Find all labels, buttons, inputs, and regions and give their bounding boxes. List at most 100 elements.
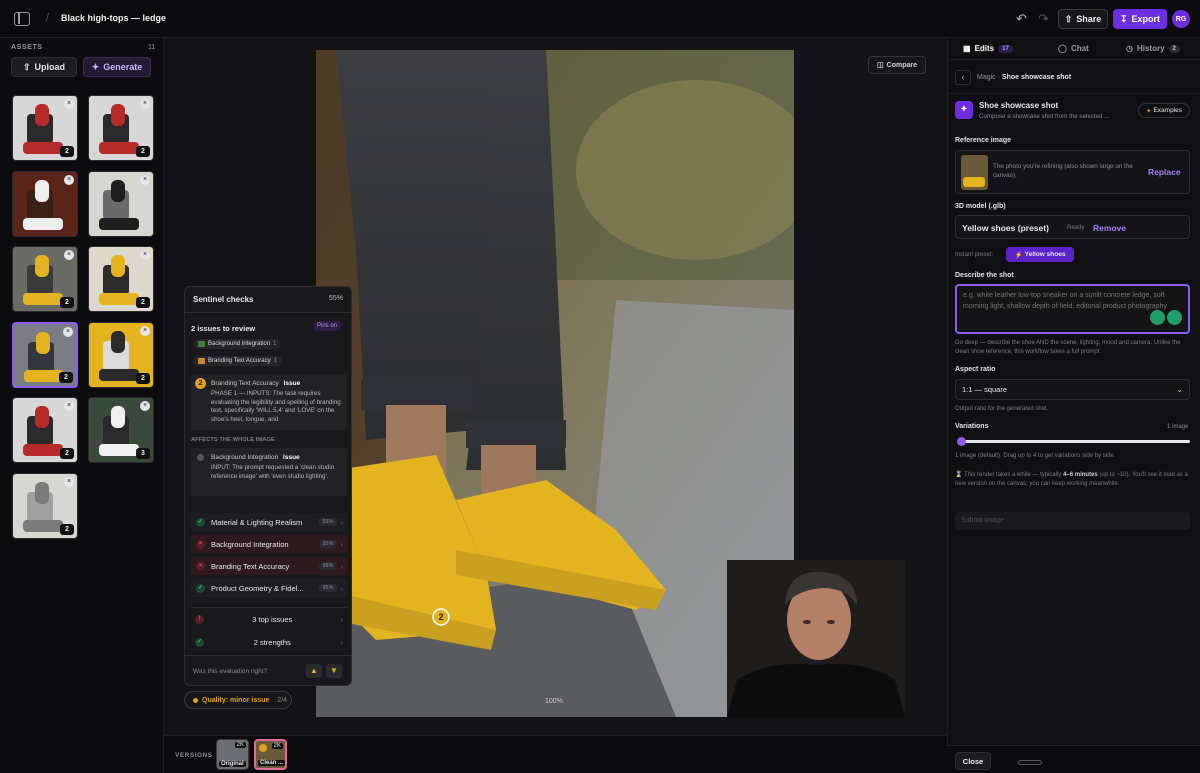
examples-button[interactable]: ✦ Examples: [1138, 103, 1190, 118]
upload-label: Upload: [34, 62, 66, 72]
remove-button[interactable]: Remove: [1093, 223, 1126, 233]
upload-button[interactable]: ⇧ Upload: [11, 57, 77, 77]
aspect-hint: Output ratio for the generated shot.: [955, 406, 1049, 412]
redo-icon[interactable]: ↷: [1038, 11, 1049, 27]
tab-edits[interactable]: ▦ Edits 17: [963, 44, 1013, 53]
asset-thumbnail[interactable]: × 3: [88, 397, 154, 463]
generate-button[interactable]: ✦ Generate: [83, 57, 151, 77]
describe-label: Describe the shot: [955, 272, 1014, 279]
asset-thumbnail[interactable]: × 2: [12, 472, 78, 539]
alert-icon: !: [195, 614, 204, 624]
whole-image-heading: AFFECTS THE WHOLE IMAGE: [191, 437, 275, 443]
issue-tag-branding[interactable]: Branding Text Accuracy 1: [193, 356, 282, 366]
reference-thumbnail: [961, 155, 988, 190]
location-icon[interactable]: [1150, 310, 1165, 325]
pins-toggle[interactable]: Pins on: [313, 321, 342, 331]
remove-asset-icon[interactable]: ×: [140, 325, 150, 336]
close-button[interactable]: Close: [955, 752, 991, 770]
remove-asset-icon[interactable]: ×: [64, 99, 74, 109]
variations-slider-track[interactable]: [957, 440, 1190, 443]
tab-history[interactable]: ◷ History 2: [1126, 44, 1180, 53]
issue-detail-card[interactable]: 2 Branding Text Accuracy Issue PHASE 1 —…: [191, 374, 347, 430]
remove-asset-icon[interactable]: ×: [140, 250, 150, 260]
preset-title: Shoe showcase shot: [979, 101, 1059, 110]
version-thumb-clean[interactable]: 2K Clean ...: [254, 739, 287, 770]
document-title[interactable]: Black high-tops — ledge: [61, 13, 166, 23]
sidebar-toggle-icon[interactable]: [14, 12, 30, 26]
breadcrumb-parent[interactable]: Magic: [977, 74, 996, 81]
replace-button[interactable]: Replace: [1148, 167, 1181, 177]
check-row[interactable]: ✓ Product Geometry & Fidel... 95% ›: [191, 579, 347, 597]
yellow-shoes-preset-chip[interactable]: ⚡ Yellow shoes: [1006, 247, 1074, 262]
tab-chat[interactable]: ◯ Chat: [1058, 44, 1089, 53]
submit-image-button[interactable]: Submit image: [955, 512, 1190, 530]
compare-icon: ◫: [877, 62, 884, 69]
panel-resize-handle[interactable]: [1018, 760, 1042, 765]
whole-issue-card[interactable]: Background Integration Issue INPUT: The …: [191, 448, 347, 496]
asset-version-count: 2: [59, 371, 73, 383]
remove-asset-icon[interactable]: ×: [64, 401, 74, 411]
tab-label: History: [1136, 44, 1165, 53]
check-row[interactable]: × Branding Text Accuracy 98% ›: [191, 557, 347, 575]
variations-slider-handle[interactable]: [957, 437, 966, 446]
asset-thumbnail[interactable]: × 2: [12, 397, 78, 463]
asset-thumbnail[interactable]: × 2: [88, 95, 154, 161]
chevron-down-icon: ⌄: [1176, 385, 1183, 394]
check-score: 35%: [319, 540, 337, 548]
asset-thumbnail[interactable]: ×: [88, 170, 154, 237]
back-button[interactable]: ‹: [955, 70, 971, 85]
remove-asset-icon[interactable]: ×: [140, 401, 150, 411]
sparkle-icon: ✦: [91, 61, 100, 72]
image-icon: [198, 341, 205, 347]
thumbs-down-icon[interactable]: ▼: [326, 664, 342, 678]
remove-asset-icon[interactable]: ×: [64, 250, 74, 260]
issue-tag-background[interactable]: Background Integration 1: [193, 339, 282, 349]
asset-thumbnail[interactable]: × 2: [12, 321, 78, 388]
reference-image-field: The photo you're refining (also shown la…: [955, 150, 1190, 194]
check-label: Background Integration: [211, 539, 289, 549]
undo-icon[interactable]: ↶: [1016, 11, 1027, 27]
versions-label: VERSIONS: [175, 752, 213, 759]
version-res: 2K: [271, 743, 283, 749]
compare-button[interactable]: ◫ Compare: [868, 56, 926, 74]
aspect-ratio-select[interactable]: 1:1 — square ⌄: [955, 379, 1190, 400]
asset-thumbnail[interactable]: × 2: [12, 95, 78, 161]
remove-asset-icon[interactable]: ×: [140, 174, 150, 185]
model-name: Yellow shoes (preset): [962, 223, 1049, 233]
remove-asset-icon[interactable]: ×: [64, 476, 74, 487]
issue-tag-count: 1: [273, 358, 277, 364]
share-icon: ⇧: [1064, 13, 1073, 24]
issue-tag-label: Background Integration: [208, 341, 271, 347]
canvas-image[interactable]: 2: [316, 50, 794, 717]
assistant-icons: [1150, 310, 1182, 327]
avatar[interactable]: RG: [1172, 10, 1190, 28]
check-row[interactable]: × Background Integration 35% ›: [191, 535, 347, 553]
grammar-icon[interactable]: [1167, 310, 1182, 325]
quality-chip[interactable]: Quality: minor issue 2/4: [184, 691, 292, 709]
history-icon: ◷: [1126, 44, 1133, 53]
asset-thumbnail[interactable]: ×: [12, 170, 78, 237]
remove-asset-icon[interactable]: ×: [140, 99, 150, 109]
asset-thumbnail[interactable]: × 2: [88, 246, 154, 312]
variations-label: Variations: [955, 423, 989, 430]
share-button[interactable]: ⇧ Share: [1058, 9, 1108, 29]
whole-issue-category: Background Integration Issue: [211, 454, 300, 461]
divider: [947, 93, 1200, 94]
feedback-question: Was this evaluation right?: [193, 668, 268, 675]
asset-thumbnail[interactable]: × 2: [88, 321, 154, 388]
render-note-pre: This render takes a while — typically: [964, 472, 1064, 478]
check-row[interactable]: ✓ Material & Lighting Realism 93% ›: [191, 513, 347, 531]
quality-label: Quality: minor issue: [202, 696, 270, 704]
issue-tag-label: Branding Text Accuracy: [208, 358, 271, 364]
remove-asset-icon[interactable]: ×: [64, 174, 74, 185]
webcam-overlay: [727, 560, 905, 717]
asset-thumbnail[interactable]: × 2: [12, 246, 78, 312]
strengths-row[interactable]: ✓ 2 strengths ›: [191, 633, 347, 651]
instant-preset-label: Instant preset:: [955, 252, 994, 258]
remove-asset-icon[interactable]: ×: [63, 326, 73, 337]
thumbs-up-icon[interactable]: ▲: [306, 664, 322, 678]
version-thumb-original[interactable]: 2K Original: [216, 739, 249, 770]
grid-icon: ▦: [963, 44, 971, 53]
top-issues-row[interactable]: ! 3 top issues ›: [191, 610, 347, 628]
export-button[interactable]: ↧ Export: [1113, 9, 1167, 29]
